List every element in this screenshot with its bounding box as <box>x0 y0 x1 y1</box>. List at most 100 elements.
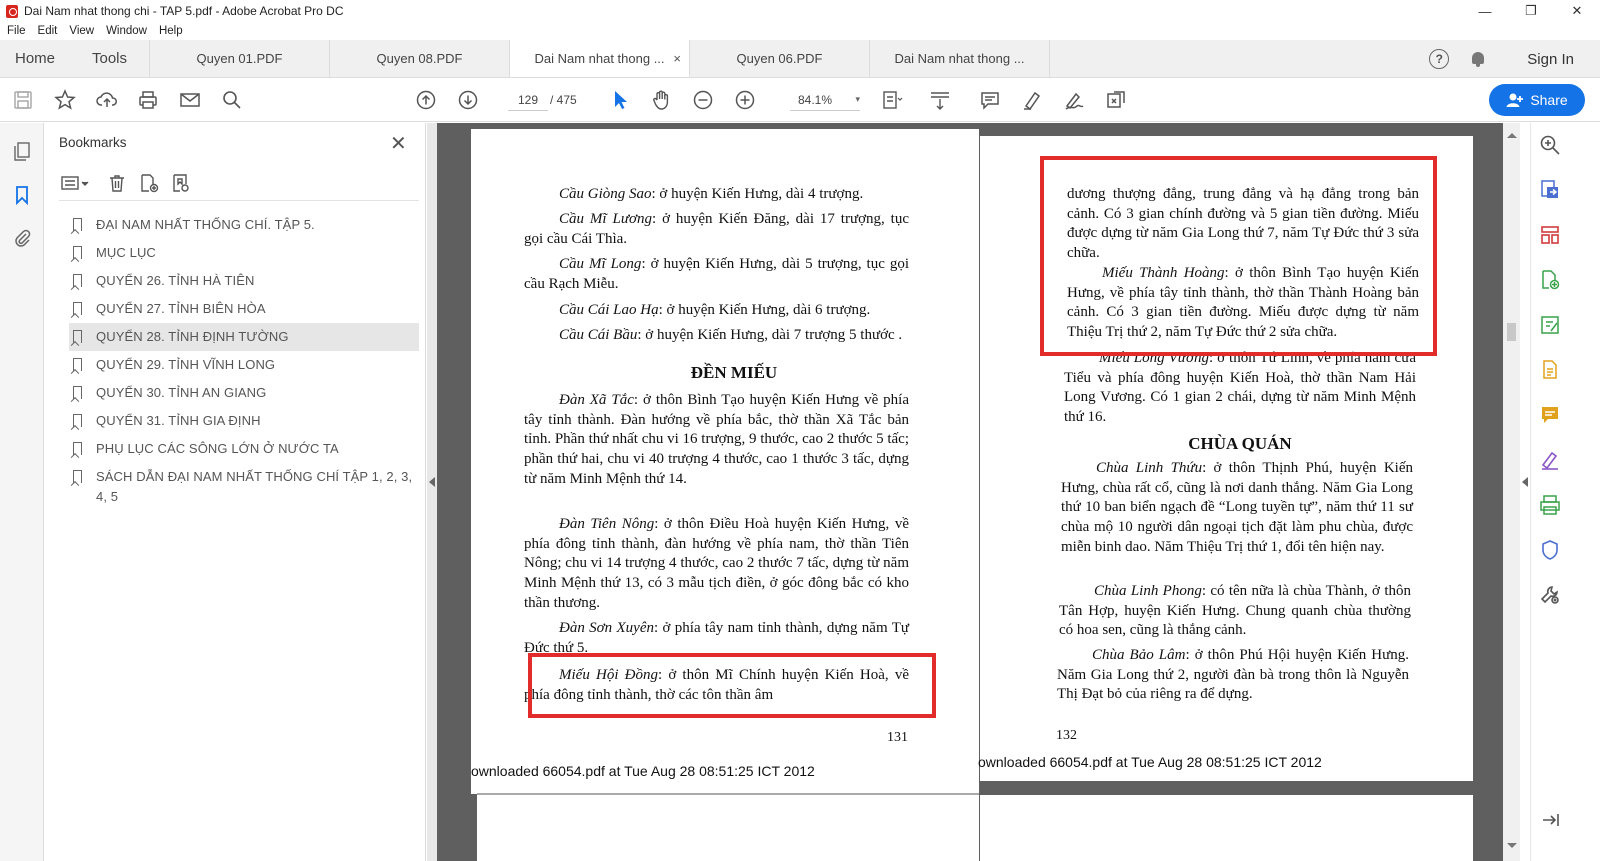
save-icon[interactable] <box>11 88 35 112</box>
close-panel-icon[interactable]: ✕ <box>390 131 407 156</box>
organize-pages-icon[interactable] <box>1538 223 1562 247</box>
restore-button[interactable]: ❐ <box>1508 0 1554 22</box>
scrollbar-thumb[interactable] <box>1507 323 1516 341</box>
bookmarks-panel-icon[interactable] <box>10 183 34 207</box>
doc-tab-dai-nam-2[interactable]: Dai Nam nhat thong ... <box>870 40 1050 77</box>
scan-ocr-icon[interactable] <box>1538 493 1562 517</box>
more-tools-icon[interactable] <box>1104 88 1128 112</box>
expand-tools-pane-handle[interactable] <box>1520 123 1530 861</box>
bookmark-item[interactable]: QUYỂN 30. TỈNH AN GIANG <box>69 379 419 407</box>
zoom-search-icon[interactable] <box>1538 133 1562 157</box>
page-number: 132 <box>1056 728 1077 743</box>
red-annotation-box <box>1040 156 1437 356</box>
share-button[interactable]: Share <box>1489 84 1585 116</box>
more-tools-wrench-icon[interactable] <box>1538 583 1562 607</box>
bookmark-item[interactable]: MỤC LỤC <box>69 239 419 267</box>
bookmark-item[interactable]: QUYỂN 31. TỈNH GIA ĐỊNH <box>69 407 419 435</box>
entry-title: Cầu Mĩ Lương <box>559 211 652 227</box>
next-page-icon[interactable] <box>456 88 480 112</box>
paragraph: Cầu Cái Lao Hạ: ở huyện Kiến Hưng, dài 6… <box>524 301 909 321</box>
paragraph: Chùa Bảo Lâm: ở thôn Phú Hội huyện Kiến … <box>1057 646 1409 705</box>
bookmark-from-selection-icon[interactable] <box>169 171 193 195</box>
bookmark-label: QUYỂN 30. TỈNH AN GIANG <box>96 385 267 400</box>
doc-tab-label: Dai Nam nhat thong ... <box>894 51 1025 66</box>
tab-bar-right: ? Sign In <box>1429 40 1600 78</box>
bookmark-item[interactable]: QUYỂN 29. TỈNH VĨNH LONG <box>69 351 419 379</box>
bookmark-item[interactable]: ĐẠI NAM NHẤT THỐNG CHÍ. TẬP 5. <box>69 211 419 239</box>
zoom-in-icon[interactable] <box>733 88 757 112</box>
attachments-paperclip-icon[interactable] <box>10 226 34 250</box>
draw-signature-icon[interactable] <box>1062 88 1086 112</box>
entry-title: Cầu Mĩ Long <box>559 256 642 272</box>
tab-tools[interactable]: Tools <box>70 40 150 77</box>
collapse-panel-handle[interactable] <box>427 123 437 861</box>
upload-cloud-icon[interactable] <box>95 88 119 112</box>
bookmark-flag-icon <box>73 246 82 259</box>
delete-bookmark-trash-icon[interactable] <box>105 171 129 195</box>
edit-pdf-icon[interactable] <box>1538 313 1562 337</box>
hand-tool-icon[interactable] <box>649 88 673 112</box>
fill-and-sign-icon[interactable] <box>1538 448 1562 472</box>
bookmark-label: QUYỂN 31. TỈNH GIA ĐỊNH <box>96 413 261 428</box>
email-icon[interactable] <box>178 88 202 112</box>
sign-in-button[interactable]: Sign In <box>1527 51 1574 68</box>
menu-window[interactable]: Window <box>106 25 147 37</box>
combine-files-icon[interactable] <box>1538 358 1562 382</box>
search-icon[interactable] <box>220 88 244 112</box>
zoom-level-value: 84.1% <box>798 92 833 107</box>
bookmark-item[interactable]: PHỤ LỤC CÁC SÔNG LỚN Ở NƯỚC TA <box>69 435 419 463</box>
tab-home[interactable]: Home <box>0 40 70 77</box>
page-thumbnails-icon[interactable] <box>10 139 34 163</box>
bookmark-item-selected[interactable]: QUYỂN 28. TỈNH ĐỊNH TƯỜNG <box>69 323 419 351</box>
close-window-button[interactable]: ✕ <box>1554 0 1600 22</box>
fit-page-icon[interactable] <box>880 88 904 112</box>
zoom-level-select[interactable]: 84.1% ▾ <box>790 89 860 111</box>
menu-view[interactable]: View <box>69 25 94 37</box>
export-pdf-icon[interactable] <box>1538 178 1562 202</box>
doc-tab-quyen-06[interactable]: Quyen 06.PDF <box>690 40 870 77</box>
print-icon[interactable] <box>136 88 160 112</box>
new-bookmark-icon[interactable] <box>137 171 161 195</box>
page-number-input[interactable]: 129 <box>508 89 548 111</box>
page-total: / 475 <box>550 93 577 107</box>
collapse-left-arrow-icon <box>429 477 435 487</box>
scroll-mode-icon[interactable] <box>928 88 952 112</box>
star-bookmark-icon[interactable] <box>53 88 77 112</box>
help-icon[interactable]: ? <box>1429 49 1450 69</box>
doc-tab-dai-nam-active[interactable]: Dai Nam nhat thong ... × <box>510 40 690 77</box>
protect-shield-icon[interactable] <box>1538 538 1562 562</box>
menu-file[interactable]: File <box>7 25 26 37</box>
menu-help[interactable]: Help <box>159 25 183 37</box>
scroll-up-arrow-icon[interactable] <box>1507 133 1517 138</box>
document-view[interactable]: Cầu Giòng Sao: ở huyện Kiến Hưng, dài 4 … <box>437 123 1503 861</box>
highlight-pen-icon[interactable] <box>1020 88 1044 112</box>
paragraph: Cầu Cái Bầu: ở huyện Kiến Hưng, dài 7 tr… <box>524 326 909 346</box>
entry-title: Cầu Cái Bầu <box>559 327 638 343</box>
minimize-button[interactable]: — <box>1462 0 1508 22</box>
vertical-scrollbar[interactable] <box>1503 123 1520 861</box>
entry-title: Chùa Linh Thứu <box>1096 460 1203 476</box>
collapse-tools-pane-icon[interactable] <box>1538 808 1562 832</box>
entry-title: Đàn Sơn Xuyên <box>559 620 654 636</box>
bookmark-flag-icon <box>73 302 82 315</box>
select-cursor-icon[interactable] <box>608 88 632 112</box>
close-tab-icon[interactable]: × <box>673 51 681 66</box>
comment-tool-icon[interactable] <box>1538 403 1562 427</box>
doc-tab-quyen-08[interactable]: Quyen 08.PDF <box>330 40 510 77</box>
comment-icon[interactable] <box>978 88 1002 112</box>
bookmark-item[interactable]: QUYỂN 26. TỈNH HÀ TIÊN <box>69 267 419 295</box>
menu-edit[interactable]: Edit <box>38 25 58 37</box>
doc-tab-quyen-01[interactable]: Quyen 01.PDF <box>150 40 330 77</box>
paragraph: Chùa Linh Thứu: ở thôn Thịnh Phú, huyện … <box>1061 459 1413 558</box>
notification-bell-icon[interactable] <box>1469 50 1487 68</box>
previous-page-icon[interactable] <box>414 88 438 112</box>
bookmark-flag-icon <box>73 442 82 455</box>
options-menu-icon[interactable] <box>59 171 93 195</box>
bookmark-item[interactable]: SÁCH DẪN ĐẠI NAM NHẤT THỐNG CHÍ TẬP 1, 2… <box>69 463 419 511</box>
bookmark-item[interactable]: QUYỂN 27. TỈNH BIÊN HÒA <box>69 295 419 323</box>
create-pdf-icon[interactable] <box>1538 268 1562 292</box>
section-heading: ĐỀN MIẾU <box>690 363 778 382</box>
zoom-out-icon[interactable] <box>691 88 715 112</box>
scroll-down-arrow-icon[interactable] <box>1507 843 1517 848</box>
bookmark-flag-icon <box>73 358 82 371</box>
